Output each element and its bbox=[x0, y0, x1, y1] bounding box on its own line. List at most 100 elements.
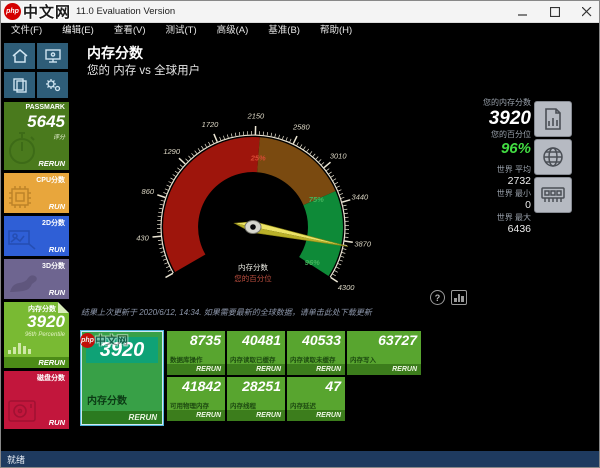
world-min-label: 世界 最小 bbox=[496, 189, 531, 198]
result-tile[interactable]: 40481 内存读取已缓存 RERUN bbox=[227, 331, 285, 375]
run-button[interactable]: RUN bbox=[49, 202, 65, 211]
result-value: 8735 bbox=[189, 332, 221, 348]
rerun-button[interactable]: RERUN bbox=[227, 410, 285, 421]
question-mark-icon: ? bbox=[434, 292, 441, 303]
rerun-button[interactable]: RERUN bbox=[38, 159, 65, 168]
title-bar: php 中文网 11.0 Evaluation Version bbox=[1, 1, 599, 23]
rerun-button[interactable]: RERUN bbox=[347, 364, 421, 375]
result-value: 40481 bbox=[242, 332, 281, 348]
menu-item[interactable]: 帮助(H) bbox=[310, 23, 362, 39]
sidebar-tile-memory[interactable]: 内存分数 3920 96th Percentile RERUN bbox=[4, 302, 69, 368]
svg-text:2150: 2150 bbox=[247, 112, 266, 121]
result-value: 28251 bbox=[242, 378, 281, 394]
system-info-icon bbox=[44, 49, 61, 63]
run-button[interactable]: RUN bbox=[49, 245, 65, 254]
reports-icon bbox=[12, 78, 27, 93]
help-button[interactable]: ? bbox=[430, 290, 445, 305]
tile-title: PASSMARK bbox=[25, 104, 65, 111]
tile-title: 3D分数 bbox=[42, 263, 65, 270]
cn-logo-text: 中文网 bbox=[23, 4, 72, 21]
percentile-histogram-icon bbox=[8, 343, 31, 354]
chart-view-button[interactable] bbox=[451, 290, 467, 305]
svg-text:3010: 3010 bbox=[330, 151, 348, 160]
close-button[interactable] bbox=[579, 5, 595, 19]
run-button[interactable]: RUN bbox=[49, 418, 65, 427]
window-title: 11.0 Evaluation Version bbox=[76, 6, 176, 17]
svg-text:3870: 3870 bbox=[354, 239, 372, 248]
menu-item[interactable]: 测试(T) bbox=[155, 23, 206, 39]
result-tile[interactable]: 8735 数据库操作 RERUN bbox=[167, 331, 225, 375]
memory-score-summary-tile[interactable]: 3920 内存分数 RERUN bbox=[80, 330, 164, 426]
tile-value: 3920 bbox=[27, 312, 65, 331]
memory-score-gauge: 430 860 1290 1720 2150 2580 3010 3440 3870 4300 25… bbox=[136, 112, 372, 293]
php-logo-icon: php bbox=[4, 3, 21, 20]
close-icon bbox=[582, 7, 592, 17]
system-info-button[interactable] bbox=[37, 43, 68, 69]
menu-item[interactable]: 编辑(E) bbox=[52, 23, 104, 39]
stopwatch-icon bbox=[9, 132, 35, 164]
sidebar-tile-passmark[interactable]: PASSMARK 5645 评分 RERUN bbox=[4, 102, 69, 170]
result-tile[interactable]: 28251 内存线程 RERUN bbox=[227, 377, 285, 421]
menu-item[interactable]: 高级(A) bbox=[207, 23, 259, 39]
svg-text:1290: 1290 bbox=[163, 147, 181, 156]
rerun-button[interactable]: RERUN bbox=[167, 364, 225, 375]
run-button[interactable]: RUN bbox=[49, 288, 65, 297]
world-avg-value: 2732 bbox=[507, 175, 531, 187]
result-tile[interactable]: 63727 内存写入 RERUN bbox=[347, 331, 421, 375]
memory-hardware-button[interactable] bbox=[534, 177, 572, 213]
summary-score: 3920 bbox=[99, 339, 145, 361]
results-updated-note[interactable]: 结果上次更新于 2020/6/12, 14:34. 如果需要最新的全球数据，请单… bbox=[81, 307, 451, 318]
home-button[interactable] bbox=[4, 43, 35, 69]
tile-value: 5645 bbox=[27, 112, 65, 131]
sidebar-tile-3d[interactable]: 3D分数 RUN bbox=[4, 259, 69, 299]
report-button[interactable] bbox=[534, 101, 572, 137]
sidebar-tile-cpu[interactable]: CPU分数 RUN bbox=[4, 173, 69, 213]
world-avg-label: 世界 平均 bbox=[496, 165, 531, 174]
reports-button[interactable] bbox=[4, 72, 35, 98]
rerun-button[interactable]: RERUN bbox=[287, 364, 345, 375]
result-label: 内存写入 bbox=[350, 357, 376, 364]
minimize-button[interactable] bbox=[515, 5, 531, 19]
result-value: 47 bbox=[325, 378, 341, 394]
svg-text:25%: 25% bbox=[250, 154, 266, 163]
tile-title: 2D分数 bbox=[42, 220, 65, 227]
svg-text:860: 860 bbox=[142, 187, 155, 196]
report-document-icon bbox=[545, 108, 561, 130]
stats-panel: 您的内存分数 3920 您的百分位 96% 世界 平均 2732 世界 最小 0… bbox=[425, 97, 531, 236]
menu-item[interactable]: 文件(F) bbox=[1, 23, 52, 39]
result-value: 63727 bbox=[378, 332, 417, 348]
svg-text:内存分数: 内存分数 bbox=[238, 262, 268, 272]
rerun-button[interactable]: RERUN bbox=[287, 410, 345, 421]
menu-item[interactable]: 基准(B) bbox=[258, 23, 310, 39]
status-text: 就绪 bbox=[7, 454, 26, 465]
side-tool-column bbox=[534, 101, 572, 213]
home-icon bbox=[12, 49, 27, 63]
result-label: 内存延迟 bbox=[290, 403, 316, 410]
percentile-value: 96% bbox=[500, 140, 531, 157]
percentile-label: 您的百分位 bbox=[491, 130, 531, 139]
result-value: 41842 bbox=[182, 378, 221, 394]
menu-item[interactable]: 查看(V) bbox=[104, 23, 156, 39]
settings-button[interactable] bbox=[37, 72, 68, 98]
result-tile[interactable]: 40533 内存读取未缓存 RERUN bbox=[287, 331, 345, 375]
chart-icon bbox=[454, 298, 457, 302]
world-results-button[interactable] bbox=[534, 139, 572, 175]
rerun-button[interactable]: RERUN bbox=[4, 357, 69, 368]
page-title: 内存分数 bbox=[87, 45, 143, 61]
sidebar-tile-disk[interactable]: 磁盘分数 RUN bbox=[4, 371, 69, 429]
rerun-button[interactable]: RERUN bbox=[82, 411, 162, 424]
result-label: 可用物理内存 bbox=[170, 403, 209, 410]
maximize-button[interactable] bbox=[547, 5, 563, 19]
dinosaur-3d-icon bbox=[10, 275, 37, 292]
world-max-value: 6436 bbox=[507, 223, 531, 235]
rerun-button[interactable]: RERUN bbox=[167, 410, 225, 421]
result-label: 内存读取未缓存 bbox=[290, 357, 336, 364]
cpu-icon bbox=[9, 186, 31, 208]
sidebar-tile-2d[interactable]: 2D分数 RUN bbox=[4, 216, 69, 256]
world-min-value: 0 bbox=[525, 199, 531, 211]
result-tile[interactable]: 47 内存延迟 RERUN bbox=[287, 377, 345, 421]
menu-bar: 文件(F) 编辑(E) 查看(V) 测试(T) 高级(A) 基准(B) 帮助(H) bbox=[1, 23, 599, 39]
svg-text:您的百分位: 您的百分位 bbox=[234, 273, 272, 283]
result-tile[interactable]: 41842 可用物理内存 RERUN bbox=[167, 377, 225, 421]
rerun-button[interactable]: RERUN bbox=[227, 364, 285, 375]
